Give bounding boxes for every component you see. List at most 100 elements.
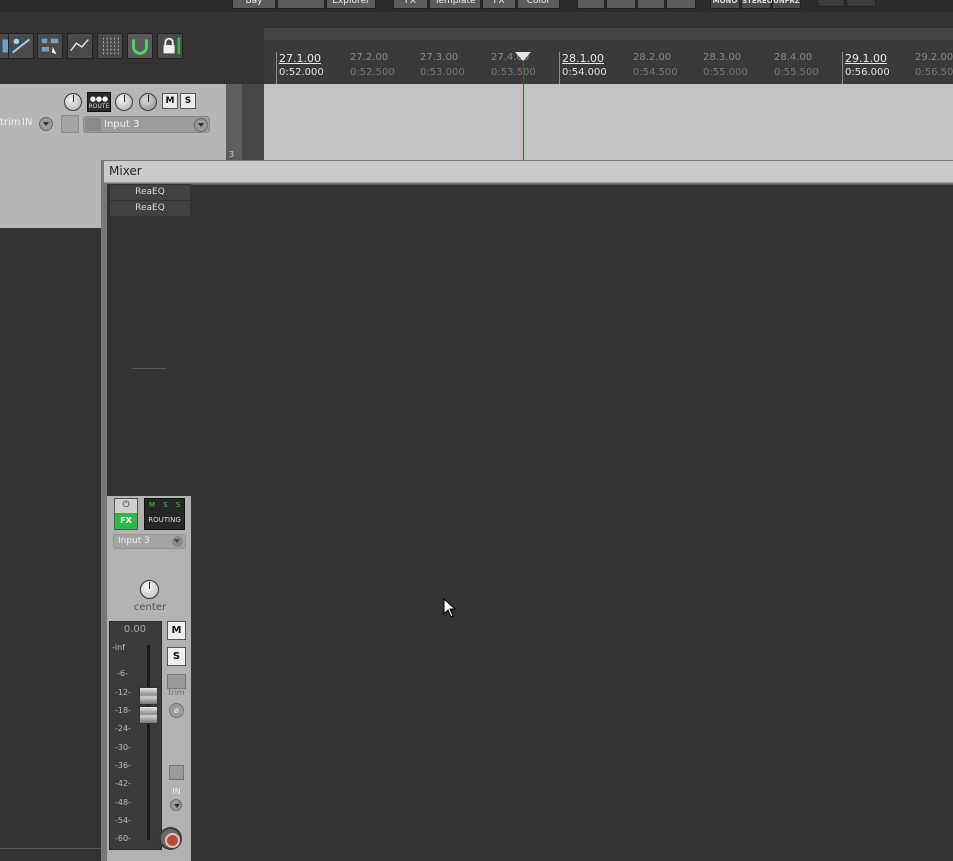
routing-label: ROUTING — [148, 516, 181, 524]
meter-icon[interactable] — [846, 0, 876, 7]
mouse-cursor-icon — [443, 598, 457, 618]
scale-label: -36- — [115, 761, 131, 770]
headphones-icon[interactable] — [637, 0, 665, 9]
chevron-down-icon[interactable] — [172, 536, 183, 547]
fx-label: FX — [115, 513, 137, 529]
scale-label: -60- — [115, 834, 131, 843]
meter-icon[interactable] — [817, 0, 845, 7]
ruler-measure-label: 29.1.00 — [845, 52, 887, 65]
fader-handle[interactable] — [139, 706, 158, 724]
track-input-value: Input 3 — [104, 119, 140, 130]
input-label: IN — [22, 117, 33, 128]
ruler-header — [264, 28, 953, 40]
fx-button-2[interactable]: FX — [482, 0, 516, 9]
routing-button[interactable]: M S S ROUTING — [144, 498, 185, 530]
item-grouping-icon[interactable] — [37, 33, 63, 59]
trim-label: trim — [0, 117, 21, 128]
main-toolbar: Bay Explorer FX Template FX Color MONO S… — [0, 0, 953, 12]
fx-button[interactable]: FX — [393, 0, 428, 9]
envelope-icon[interactable] — [167, 674, 186, 689]
fader-handle[interactable] — [139, 687, 158, 705]
ruler-measure-label: 28.1.00 — [562, 52, 604, 65]
grid-lines-icon[interactable] — [97, 33, 123, 59]
pan-knob[interactable] — [115, 93, 133, 111]
scale-label: -42- — [115, 779, 131, 788]
trim-label: trim — [168, 688, 185, 697]
toolbar-button[interactable] — [277, 0, 325, 9]
mono-button[interactable]: MONO — [710, 0, 740, 9]
route-button[interactable]: ●●● ROUTE — [87, 92, 111, 112]
width-knob[interactable] — [139, 93, 157, 111]
camera-icon[interactable] — [606, 0, 636, 9]
pan-label: center — [133, 602, 167, 613]
power-icon[interactable]: ⏻ — [115, 499, 137, 512]
fader-track[interactable] — [147, 645, 150, 840]
mixer-titlebar[interactable]: Mixer — [104, 161, 953, 183]
scale-label: -6- — [117, 669, 128, 678]
headphones-icon[interactable] — [577, 0, 605, 9]
tcp-divider[interactable] — [226, 84, 242, 160]
lock-icon[interactable] — [157, 33, 183, 59]
record-arm-button[interactable] — [159, 827, 182, 850]
ruler-measure-label: 27.2.00 — [350, 52, 389, 63]
fx-slot[interactable]: ReaEQ — [110, 201, 190, 216]
ruler-time-label: 0:55.500 — [774, 67, 819, 78]
divider — [0, 848, 101, 849]
volume-knob[interactable] — [64, 93, 82, 111]
ruler-time-label: 0:53.000 — [420, 67, 465, 78]
fx-divider[interactable] — [132, 368, 166, 369]
mute-button[interactable]: M — [162, 93, 178, 109]
mixer-body — [107, 184, 953, 861]
solo-button[interactable]: S — [167, 647, 186, 666]
ruler-measure-label: 29.2.00 — [915, 52, 953, 63]
input-label: IN — [172, 787, 181, 796]
fx-slot[interactable]: ReaEQ — [110, 185, 190, 200]
mixer-title: Mixer — [109, 164, 142, 178]
scale-label: -inf — [112, 643, 125, 652]
timeline-ruler[interactable]: 27.1.00 0:52.000 27.2.00 0:52.500 27.3.00 0:5… — [264, 40, 953, 84]
ripple-edit-icon[interactable] — [8, 33, 34, 59]
ruler-time-label: 0:56.500 — [915, 67, 953, 78]
unfreeze-button[interactable]: UNFRZ — [772, 0, 801, 9]
stereo-button[interactable]: STEREO — [741, 0, 773, 9]
input-dropdown-icon[interactable] — [39, 117, 53, 131]
snap-magnet-icon[interactable] — [127, 33, 153, 59]
edit-toolbar — [0, 30, 190, 62]
solo-button[interactable]: S — [180, 93, 196, 109]
phase-invert-icon[interactable]: ø — [169, 703, 184, 718]
headphones-icon[interactable] — [666, 0, 696, 9]
ruler-time-label: 0:56.000 — [845, 67, 890, 78]
track-panel-empty — [0, 228, 101, 861]
track-input-select[interactable]: Input 3 — [83, 116, 210, 133]
ruler-measure-label: 28.3.00 — [703, 52, 742, 63]
ruler-time-label: 0:54.500 — [633, 67, 678, 78]
route-label: ROUTE — [88, 103, 110, 110]
mute-button[interactable]: M — [167, 621, 186, 640]
monitor-icon[interactable] — [61, 115, 79, 133]
playhead[interactable] — [523, 52, 524, 160]
monitor-icon[interactable] — [169, 765, 184, 780]
template-button[interactable]: Template — [429, 0, 481, 9]
bay-button[interactable]: Bay — [232, 0, 276, 9]
scale-label: -24- — [115, 724, 131, 733]
chevron-down-icon[interactable] — [170, 799, 182, 811]
envelope-icon[interactable] — [67, 33, 93, 59]
strip-input-select[interactable]: Input 3 — [113, 534, 186, 549]
scale-label: -54- — [115, 816, 131, 825]
arrange-view[interactable] — [264, 84, 953, 160]
ruler-tick — [559, 52, 560, 84]
ruler-tick — [276, 52, 277, 84]
color-button[interactable]: Color — [517, 0, 560, 9]
volume-readout[interactable]: 0.00 — [110, 624, 160, 635]
explorer-button[interactable]: Explorer — [326, 0, 376, 9]
ruler-measure-label: 27.1.00 — [279, 52, 321, 65]
ruler-time-label: 0:52.500 — [350, 67, 395, 78]
ruler-time-label: 0:53.500 — [491, 67, 536, 78]
fx-button[interactable]: ⏻ FX — [114, 498, 138, 530]
ruler-time-label: 0:54.000 — [562, 67, 607, 78]
playhead-marker-icon[interactable] — [515, 52, 531, 61]
chevron-down-icon[interactable] — [194, 118, 208, 132]
pan-knob[interactable] — [140, 580, 159, 599]
scale-label: -12- — [115, 688, 131, 697]
input-fx-icon[interactable] — [85, 118, 101, 131]
